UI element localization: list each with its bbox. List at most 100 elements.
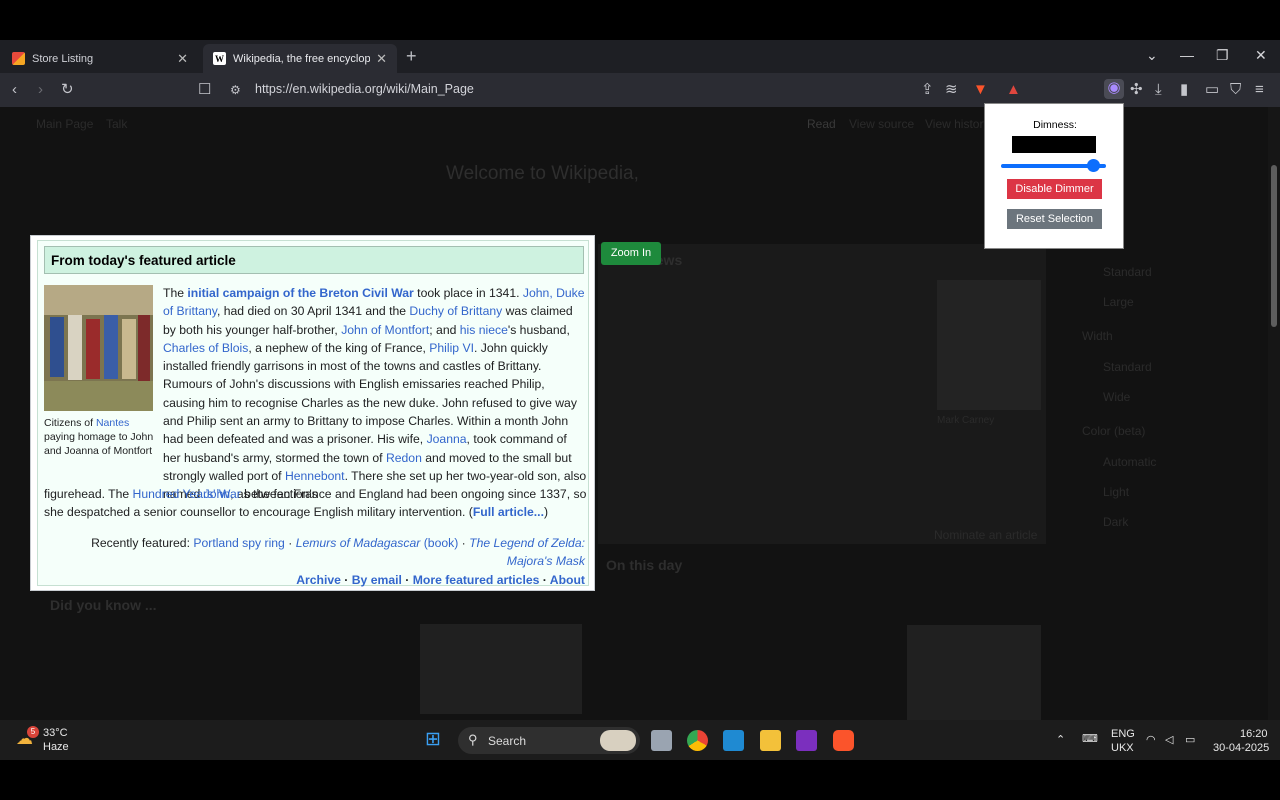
volume-icon[interactable]: ◁ — [1165, 733, 1173, 746]
view-history-tab[interactable]: View history — [925, 117, 989, 131]
vpn-icon[interactable]: ⛉ — [1230, 81, 1241, 99]
read-tab[interactable]: Read — [807, 117, 836, 131]
file-explorer-icon[interactable] — [760, 730, 781, 751]
main-page-tab[interactable]: Main Page — [36, 117, 93, 131]
appearance-width-wide[interactable]: Wide — [1103, 390, 1130, 404]
chrome-icon[interactable] — [687, 730, 708, 751]
close-tab-icon[interactable]: ✕ — [376, 51, 387, 67]
more-featured-link[interactable]: More featured articles — [413, 573, 540, 587]
zoom-in-button[interactable]: Zoom In — [601, 242, 661, 265]
taskbar-search[interactable]: ⚲ Search — [458, 727, 640, 754]
keyboard-icon[interactable]: ⌨ — [1082, 732, 1098, 745]
reload-icon[interactable]: ↻ — [61, 81, 74, 99]
brave-taskbar-icon[interactable] — [833, 730, 854, 751]
disable-dimmer-button[interactable]: Disable Dimmer — [1007, 179, 1102, 199]
site-settings-icon[interactable]: ⚙ — [230, 81, 241, 99]
address-bar[interactable]: https://en.wikipedia.org/wiki/Main_Page — [255, 82, 474, 96]
close-tab-icon[interactable]: ✕ — [177, 51, 188, 67]
task-view-icon[interactable] — [651, 730, 672, 751]
recent-link-book[interactable]: (book) — [424, 536, 459, 550]
appearance-color-dark[interactable]: Dark — [1103, 515, 1128, 529]
appearance-width-standard[interactable]: Standard — [1103, 360, 1152, 374]
new-tab-button[interactable]: + — [406, 46, 417, 67]
article-link[interactable]: initial campaign of the Breton Civil War — [187, 286, 413, 300]
featured-article-text-cont: figurehead. The Hundred Years' War betwe… — [44, 487, 587, 520]
downloads-icon[interactable]: ⤓ — [1155, 81, 1162, 99]
search-icon: ⚲ — [468, 732, 478, 747]
recent-link-zelda-mask[interactable]: Mask — [556, 554, 585, 568]
article-link[interactable]: Duchy of Brittany — [409, 304, 502, 318]
brave-shields-icon[interactable]: ▼ — [973, 81, 988, 99]
reset-selection-button[interactable]: Reset Selection — [1007, 209, 1102, 229]
search-placeholder: Search — [488, 734, 527, 748]
clock-time[interactable]: 16:20 — [1240, 728, 1268, 740]
article-link[interactable]: his niece — [460, 323, 508, 337]
dim-color-picker[interactable] — [1012, 136, 1096, 153]
archive-link[interactable]: Archive — [296, 573, 341, 587]
featured-article-inner: From today's featured article Citizens o… — [37, 240, 589, 587]
tab-strip: Store Listing ✕ W Wikipedia, the free en… — [0, 40, 1280, 73]
forward-icon[interactable]: › — [38, 81, 43, 99]
clock-date[interactable]: 30-04-2025 — [1213, 742, 1269, 754]
recent-link-lemurs[interactable]: Lemurs of Madagascar — [296, 536, 421, 550]
appearance-color-light[interactable]: Light — [1103, 485, 1129, 499]
view-source-tab[interactable]: View source — [849, 117, 914, 131]
article-link[interactable]: Hundred Years' War — [133, 487, 241, 501]
menu-icon[interactable]: ≡ — [1255, 81, 1264, 99]
maximize-button[interactable]: ❐ — [1216, 47, 1229, 64]
tray-overflow-icon[interactable]: ⌃ — [1056, 733, 1065, 746]
dimmer-extension-icon[interactable]: ◉ — [1104, 79, 1124, 99]
appearance-color-auto[interactable]: Automatic — [1103, 455, 1156, 469]
appearance-large[interactable]: Large — [1103, 295, 1134, 309]
article-link[interactable]: Hennebont — [285, 469, 345, 483]
tab-title: Store Listing — [32, 52, 94, 65]
back-icon[interactable]: ‹ — [12, 81, 17, 99]
nantes-link[interactable]: Nantes — [96, 417, 129, 429]
about-link[interactable]: About — [550, 573, 585, 587]
language-eng[interactable]: ENG — [1111, 728, 1135, 740]
by-email-link[interactable]: By email — [352, 573, 402, 587]
brave-rewards-icon[interactable]: ▲ — [1006, 81, 1021, 99]
article-link[interactable]: Joanna — [427, 432, 467, 446]
battery-icon[interactable]: ▭ — [1185, 733, 1195, 746]
sidebar-icon[interactable]: ▮ — [1180, 81, 1188, 99]
welcome-heading: Welcome to Wikipedia, — [446, 163, 639, 184]
extensions-icon[interactable]: ✣ — [1130, 81, 1143, 99]
tab-search-icon[interactable]: ⌄ — [1146, 47, 1158, 64]
wallet-icon[interactable]: ▭ — [1205, 81, 1219, 99]
browser-toolbar: ‹ › ↻ ☐ ⚙ https://en.wikipedia.org/wiki/… — [0, 73, 1280, 107]
onenote-icon[interactable] — [796, 730, 817, 751]
scrollbar-thumb[interactable] — [1271, 165, 1277, 327]
dyk-photo — [420, 624, 582, 714]
talk-tab[interactable]: Talk — [106, 117, 127, 131]
dimness-label: Dimness: — [1033, 119, 1077, 131]
close-window-button[interactable]: ✕ — [1255, 47, 1267, 64]
vscode-icon[interactable] — [723, 730, 744, 751]
slider-thumb[interactable] — [1087, 159, 1100, 172]
screen: Store Listing ✕ W Wikipedia, the free en… — [0, 0, 1280, 800]
dimmer-popup: Dimness: Disable Dimmer Reset Selection — [984, 103, 1124, 249]
full-article-link[interactable]: Full article... — [473, 505, 544, 519]
wifi-icon[interactable]: ◠ — [1146, 733, 1156, 746]
share-icon[interactable]: ⇪ — [921, 81, 934, 99]
windows-start-icon[interactable]: ⊞ — [425, 728, 441, 751]
featured-article-image[interactable] — [44, 285, 153, 411]
nominate-link[interactable]: Nominate an article — [934, 528, 1037, 542]
appearance-standard[interactable]: Standard — [1103, 265, 1152, 279]
article-link[interactable]: Philip VI — [429, 341, 474, 355]
rss-icon[interactable]: ≋ — [945, 81, 958, 99]
tab-store-listing[interactable]: Store Listing ✕ — [2, 44, 198, 73]
article-link[interactable]: Redon — [386, 451, 422, 465]
weather-desc[interactable]: Haze — [43, 741, 69, 753]
bookmark-icon[interactable]: ☐ — [198, 81, 211, 99]
article-link[interactable]: John of Montfort — [341, 323, 429, 337]
language-ukx[interactable]: UKX — [1111, 742, 1134, 754]
dimness-slider[interactable] — [1001, 159, 1106, 172]
article-link[interactable]: Charles of Blois — [163, 341, 248, 355]
caption-text: Citizens of — [44, 417, 96, 429]
appearance-color-label: Color (beta) — [1082, 424, 1146, 438]
tab-wikipedia[interactable]: W Wikipedia, the free encyclopedia ✕ — [203, 44, 397, 73]
minimize-button[interactable]: — — [1180, 47, 1194, 63]
weather-temp[interactable]: 33°C — [43, 727, 68, 739]
recent-link-portland[interactable]: Portland spy ring — [193, 536, 284, 550]
